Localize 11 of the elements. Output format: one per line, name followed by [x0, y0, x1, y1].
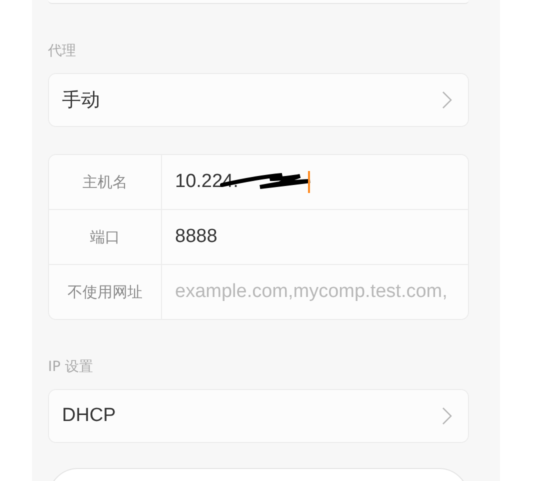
field-label: 主机名 — [82, 172, 128, 192]
input-field[interactable]: 8888 — [175, 226, 465, 248]
section-heading: IP 设置 — [48, 358, 94, 377]
chevron-right-icon — [442, 407, 452, 425]
field-label: 端口 — [90, 228, 120, 246]
chevron-right-icon — [442, 91, 452, 109]
input-field[interactable]: example.com,mycomp.test.com, — [175, 281, 468, 303]
section-heading: 代理 — [48, 42, 77, 61]
field-label: 不使用网址 — [68, 282, 142, 302]
setting-row[interactable]: DHCP — [48, 389, 469, 443]
setting-row[interactable]: 手动 — [48, 73, 469, 127]
